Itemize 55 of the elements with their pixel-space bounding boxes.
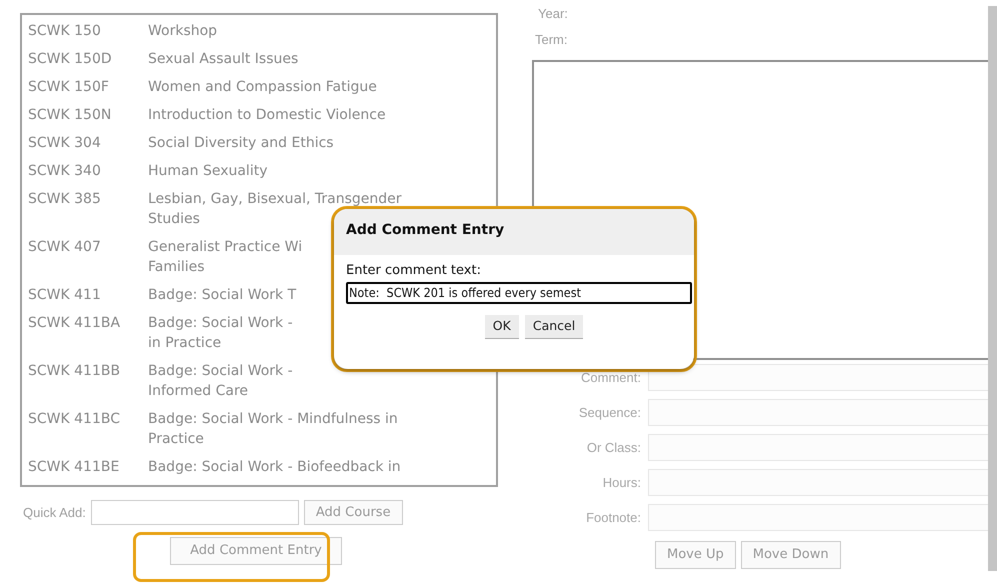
course-title[interactable]: Practice — [148, 429, 204, 449]
comment-input-field[interactable]: Note: SCWK 201 is offered every semest — [346, 282, 692, 304]
course-code[interactable]: SCWK 411BC — [28, 411, 120, 427]
course-title[interactable]: Generalist Practice Wi — [148, 237, 302, 257]
course-title[interactable]: Introduction to Domestic Violence — [148, 105, 386, 125]
course-code[interactable]: SCWK 340 — [28, 163, 101, 179]
course-title[interactable]: Badge: Social Work - Mindfulness in — [148, 409, 398, 429]
course-code[interactable]: SCWK 304 — [28, 135, 101, 151]
input-field[interactable] — [648, 469, 990, 496]
course-title[interactable]: in Practice — [148, 333, 222, 353]
scrollbar[interactable] — [988, 6, 997, 571]
course-title[interactable]: Human Sexuality — [148, 161, 268, 181]
input-field[interactable] — [648, 504, 990, 531]
field-label: Comment: — [580, 368, 641, 387]
move-button[interactable]: Move Up — [655, 541, 736, 569]
field-label: Footnote: — [585, 508, 641, 527]
course-title[interactable]: Women and Compassion Fatigue — [148, 77, 377, 97]
input-field[interactable] — [648, 399, 990, 426]
field-label: Quick Add: — [23, 504, 86, 522]
add-course-button[interactable]: Add Course — [304, 500, 403, 525]
course-code[interactable]: SCWK 407 — [28, 239, 101, 255]
dialog-button[interactable]: OK — [484, 314, 519, 338]
field-label: Or Class: — [586, 438, 641, 457]
course-code[interactable]: SCWK 411BA — [28, 315, 120, 331]
dialog-title: Add Comment Entry — [334, 209, 694, 255]
course-title[interactable]: Studies — [148, 209, 200, 229]
course-title[interactable]: Badge: Social Work - — [148, 361, 293, 381]
course-title[interactable]: Informed Care — [148, 381, 248, 401]
year-label: Year: — [537, 5, 569, 23]
course-title[interactable]: Lesbian, Gay, Bisexual, Transgender — [148, 189, 402, 209]
dialog-button[interactable]: Cancel — [524, 314, 584, 338]
field-label: Sequence: — [578, 404, 641, 422]
course-code[interactable]: SCWK 411BE — [28, 459, 120, 475]
prompt-text: Enter comment text: — [345, 262, 482, 280]
input-field[interactable] — [648, 434, 990, 461]
course-code[interactable]: SCWK 150D — [28, 51, 112, 67]
course-title[interactable]: Workshop — [148, 21, 218, 41]
course-code[interactable]: SCWK 150F — [28, 79, 109, 95]
course-code[interactable]: SCWK 150 — [28, 23, 101, 39]
course-title[interactable]: Badge: Social Work - — [148, 313, 293, 333]
quick-add-field[interactable] — [90, 500, 299, 525]
course-code[interactable]: SCWK 385 — [28, 191, 101, 207]
course-title[interactable]: Sexual Assault Issues — [148, 49, 298, 69]
course-title[interactable]: Badge: Social Work T — [148, 285, 296, 305]
add-comment-entry-button[interactable]: Add Comment Entry — [170, 537, 342, 565]
term-label: Term: — [534, 31, 568, 49]
course-title[interactable]: Families — [148, 257, 205, 277]
field-label: Hours: — [602, 474, 641, 492]
course-code[interactable]: SCWK 411BB — [28, 363, 120, 379]
course-code[interactable]: SCWK 411 — [28, 287, 101, 303]
move-button[interactable]: Move Down — [740, 541, 841, 569]
course-code[interactable]: SCWK 150N — [28, 107, 112, 123]
course-title[interactable]: Social Diversity and Ethics — [148, 133, 334, 153]
input-field[interactable] — [648, 364, 990, 391]
course-title[interactable]: Badge: Social Work - Biofeedback in — [148, 457, 401, 477]
